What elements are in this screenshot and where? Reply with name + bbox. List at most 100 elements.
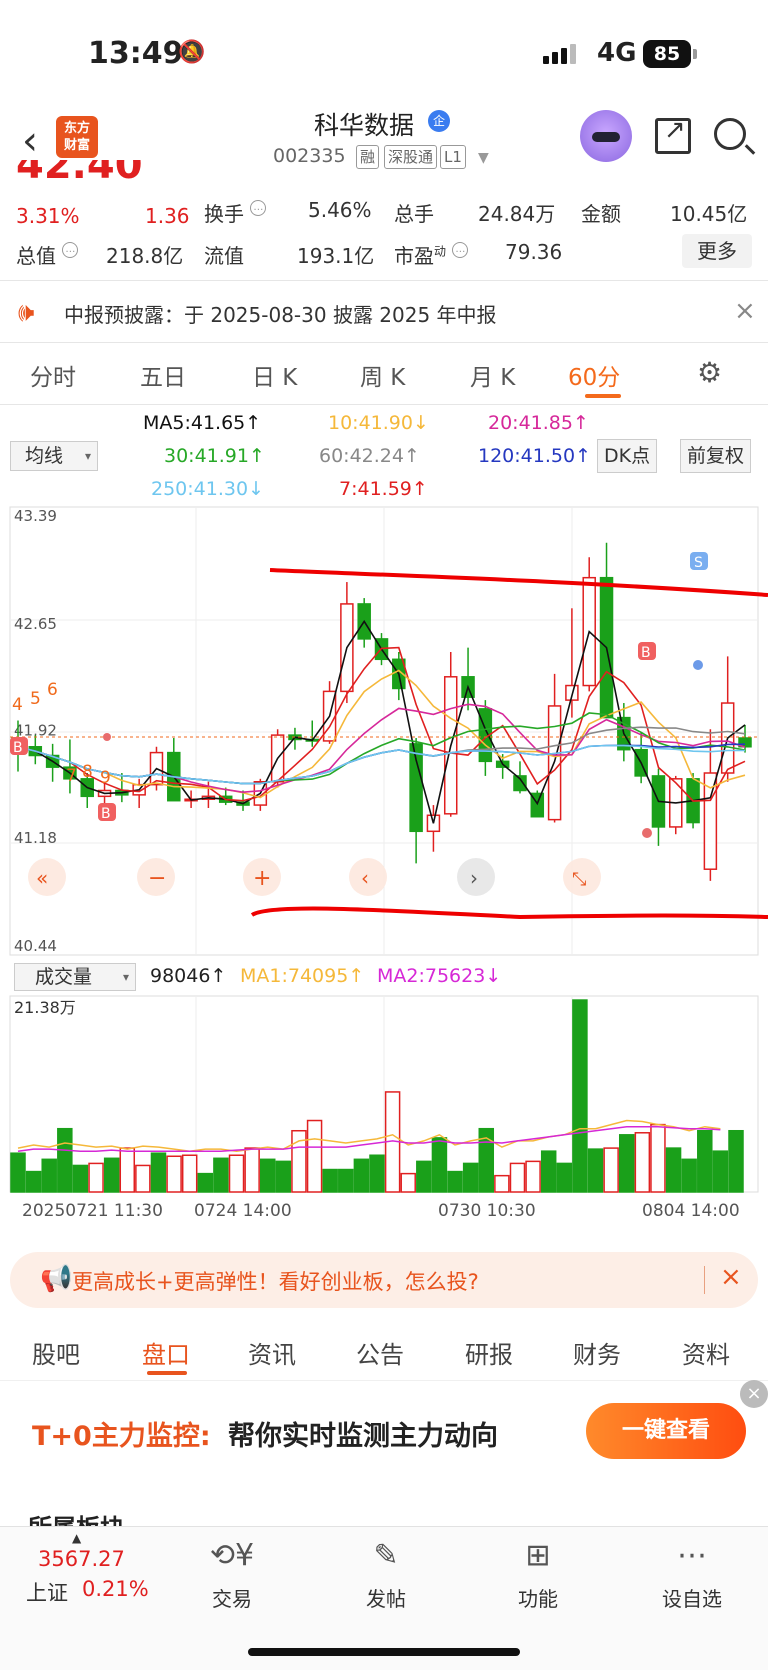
tab-forum[interactable]: 股吧: [32, 1335, 80, 1370]
float-cap-label: 流值: [204, 244, 244, 268]
index-change[interactable]: 0.21%: [82, 1577, 149, 1601]
volume-chart[interactable]: 21.38万 20250721 11:30 0724 14:00 0730 10:3…: [0, 994, 768, 1234]
chart-controls[interactable]: « − + ‹ › ⤡: [28, 858, 601, 896]
volume-bar-down: [41, 1158, 57, 1193]
forward-adjust-button[interactable]: 前复权: [680, 439, 752, 473]
volume-bar-down: [57, 1127, 73, 1193]
volume-bars: [10, 999, 744, 1193]
volume-bar-up: [228, 1154, 245, 1193]
view-now-button[interactable]: 一键查看: [586, 1403, 746, 1459]
volume-bar-up: [181, 1154, 198, 1193]
divider: [0, 404, 768, 405]
tab-daily-k[interactable]: 日 K: [252, 358, 297, 392]
kline-chart[interactable]: 43.3942.6541.9241.1840.44 B B B S 4 5 6 …: [0, 505, 768, 960]
nav-post[interactable]: ✎ 发帖: [346, 1537, 426, 1612]
close-icon[interactable]: ×: [740, 1380, 768, 1408]
svg-text:⤡: ⤡: [572, 869, 586, 890]
volume-bar-up: [88, 1162, 104, 1193]
dk-point-button[interactable]: DK点: [597, 439, 658, 473]
banner-text[interactable]: 更高成长+更高弹性！看好创业板，怎么投?: [72, 1266, 479, 1296]
promo-banner[interactable]: 📢 更高成长+更高弹性！看好创业板，怎么投? ×: [10, 1252, 758, 1308]
indicator-select[interactable]: 均线: [10, 441, 98, 471]
change-amount: 1.36: [145, 204, 190, 228]
more-button[interactable]: 更多: [682, 234, 752, 268]
tab-intraday[interactable]: 分时: [30, 358, 76, 392]
tab-monthly-k[interactable]: 月 K: [470, 358, 515, 392]
tab-research[interactable]: 研报: [465, 1335, 513, 1370]
sector-heading: 所属板块: [28, 1508, 124, 1526]
volume-max-label: 21.38万: [14, 998, 76, 1017]
close-icon[interactable]: ×: [734, 296, 756, 326]
tab-five-day[interactable]: 五日: [140, 358, 186, 392]
info-icon[interactable]: …: [452, 242, 469, 258]
turnover-value: 5.46%: [308, 198, 372, 222]
ma250-value: 250:41.30↓: [151, 478, 264, 500]
volume-bar-up: [603, 1147, 619, 1193]
share-icon[interactable]: [655, 115, 691, 154]
volume-bar-up: [400, 1172, 416, 1193]
app-logo: 东方 财富: [56, 116, 98, 158]
turnover-label: 换手 …: [204, 198, 267, 227]
chevron-down-icon[interactable]: ▼: [478, 150, 489, 166]
pe-sup: 动: [434, 244, 447, 259]
back-icon[interactable]: ‹: [22, 118, 38, 164]
volume-bar-down: [728, 1129, 744, 1193]
notice-text[interactable]: 中报预披露：于 2025-08-30 披露 2025 年中报: [64, 299, 497, 328]
turnover-label-text: 换手: [204, 202, 244, 226]
close-icon[interactable]: ×: [720, 1262, 742, 1292]
divider: [0, 280, 768, 281]
candles: [11, 542, 752, 881]
nav-functions[interactable]: ⊞ 功能: [498, 1537, 578, 1612]
ma5-text: MA5:41.65: [143, 412, 246, 434]
volume-bar-down: [369, 1154, 385, 1193]
info-icon[interactable]: …: [250, 200, 267, 216]
tab-financials[interactable]: 财务: [573, 1335, 621, 1370]
trendline-bottom: [250, 906, 768, 920]
tab-profile[interactable]: 资料: [682, 1335, 730, 1370]
megaphone-icon: 📢: [40, 1264, 73, 1294]
home-indicator[interactable]: [248, 1648, 520, 1656]
tab-weekly-k[interactable]: 周 K: [360, 358, 405, 392]
svg-text:+: +: [253, 866, 271, 891]
promo-subtitle: 帮你实时监测主力动向: [228, 1421, 498, 1452]
tab-order-book[interactable]: 盘口: [142, 1335, 190, 1370]
ma20-text: 20:41.85: [488, 412, 573, 434]
search-icon[interactable]: [714, 118, 746, 150]
svg-text:B: B: [101, 806, 111, 822]
index-name[interactable]: 上证: [26, 1577, 68, 1607]
index-value[interactable]: 3567.27: [38, 1547, 125, 1571]
volume-bar-down: [103, 1157, 120, 1193]
nav-add-watchlist[interactable]: ⋯ 设自选: [652, 1537, 732, 1612]
volume-bar-down: [10, 1152, 26, 1193]
svg-text:9: 9: [100, 768, 111, 788]
logo-line-2: 财富: [63, 138, 90, 153]
svg-text:‹: ‹: [361, 866, 369, 890]
nav-trade-label: 交易: [212, 1587, 252, 1611]
status-bar: 13:49 🔕 4G 85: [0, 0, 768, 105]
expand-up-icon[interactable]: ▲: [72, 1531, 81, 1545]
gear-icon[interactable]: ⚙: [697, 356, 722, 389]
signal-icon: [543, 44, 579, 64]
nav-trade[interactable]: ⟲¥ 交易: [192, 1537, 272, 1612]
more-icon: ⋯: [677, 1538, 707, 1573]
svg-text:−: −: [148, 866, 166, 891]
volume-text: 98046: [150, 965, 211, 987]
assistant-avatar[interactable]: [580, 110, 632, 162]
tab-announcements[interactable]: 公告: [356, 1335, 404, 1370]
volume-bar-down: [665, 1147, 682, 1193]
info-icon[interactable]: …: [62, 242, 79, 258]
svg-text:«: «: [36, 866, 48, 890]
mute-bell-icon: 🔕: [178, 40, 206, 65]
volume-bar-up: [509, 1162, 526, 1193]
nav-add-watchlist-label: 设自选: [662, 1587, 722, 1611]
tab-news[interactable]: 资讯: [248, 1335, 296, 1370]
volume-bar-down: [72, 1164, 89, 1193]
tab-60min[interactable]: 60分: [568, 358, 620, 392]
svg-text:S: S: [694, 555, 703, 571]
volume-indicator-select[interactable]: 成交量: [14, 963, 136, 991]
ma7-value: 7:41.59↑: [339, 478, 428, 500]
volume-value: 98046↑: [150, 965, 227, 987]
volume-bar-up: [650, 1123, 666, 1193]
ma10-text: 10:41.90: [328, 412, 413, 434]
y-tick-label: 42.65: [14, 615, 57, 633]
